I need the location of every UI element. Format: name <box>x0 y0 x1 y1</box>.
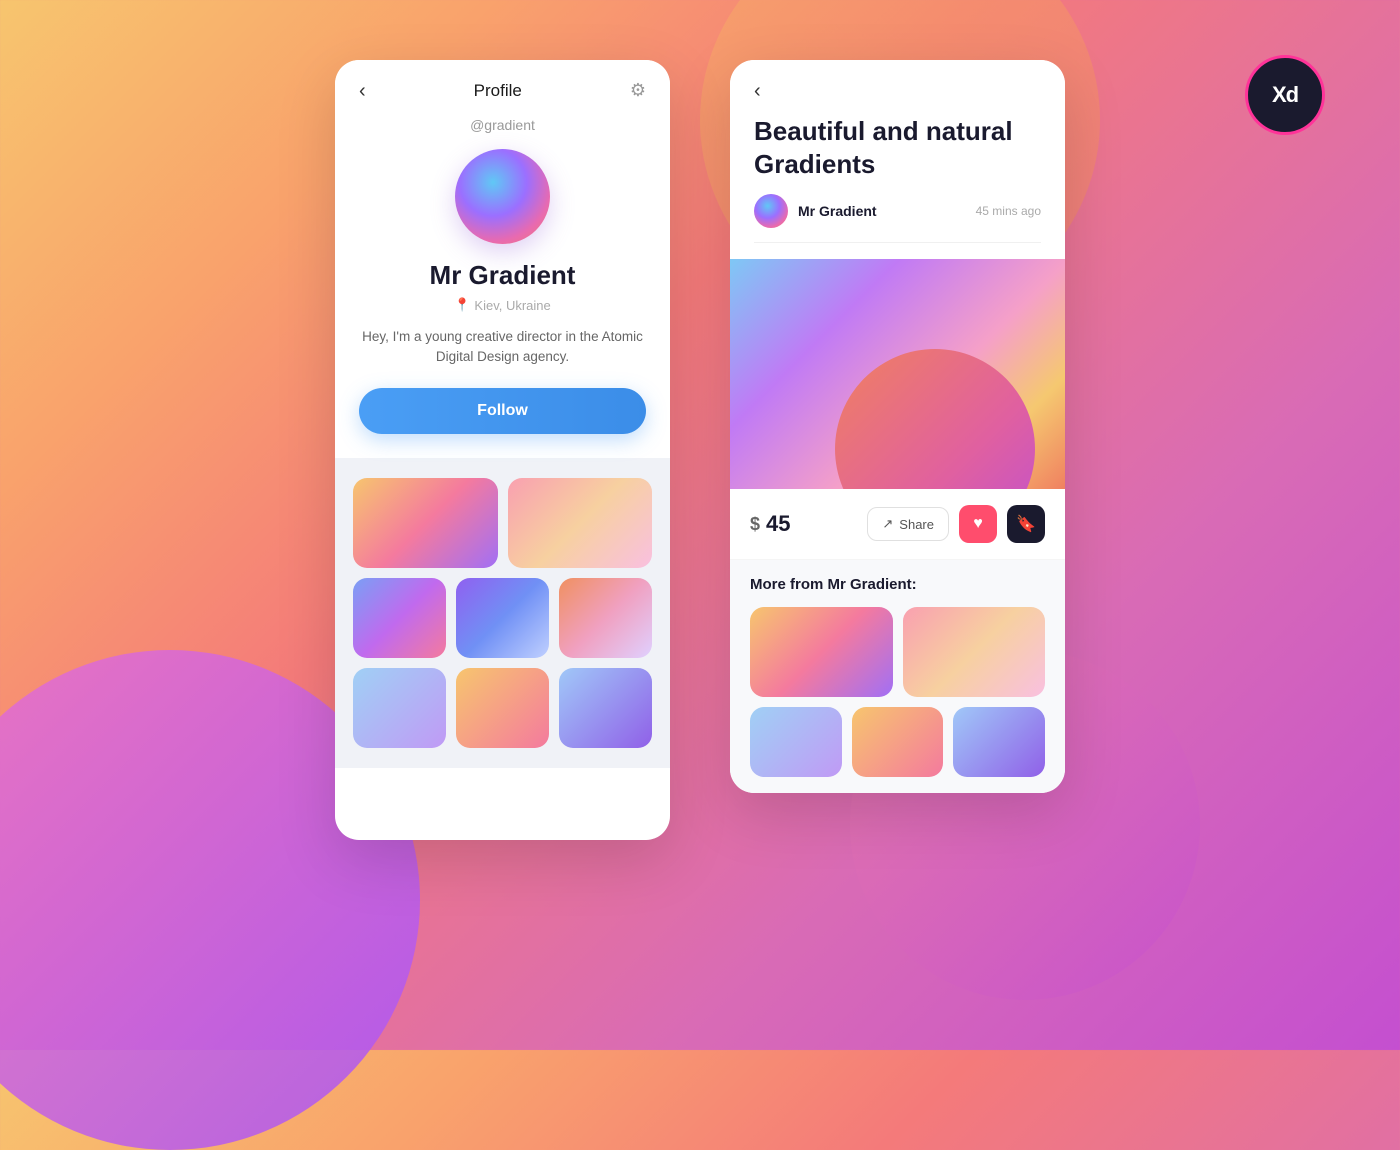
more-title: More from Mr Gradient: <box>750 576 1045 593</box>
gear-icon[interactable]: ⚙ <box>630 80 646 101</box>
profile-info-section: @gradient Mr Gradient 📍 Kiev, Ukraine He… <box>335 101 670 458</box>
gallery-item-8[interactable] <box>559 668 652 748</box>
profile-card: ‹ Profile ⚙ @gradient Mr Gradient 📍 Kiev… <box>335 60 670 840</box>
detail-image <box>730 259 1065 489</box>
follow-button[interactable]: Follow <box>359 388 646 434</box>
detail-meta: Mr Gradient 45 mins ago <box>754 194 1041 243</box>
gallery-grid-row1 <box>353 478 652 568</box>
more-grid-row2 <box>750 707 1045 777</box>
location-pin-icon: 📍 <box>454 297 470 313</box>
detail-title: Beautiful and natural Gradients <box>754 115 1041 180</box>
share-button[interactable]: ↗ Share <box>867 507 949 541</box>
avatar-container <box>359 149 646 244</box>
profile-username: @gradient <box>359 117 646 133</box>
share-label: Share <box>899 517 934 532</box>
location: 📍 Kiev, Ukraine <box>359 297 646 313</box>
gallery-item-5[interactable] <box>559 578 652 658</box>
adobe-xd-badge: Xd <box>1245 55 1325 135</box>
author-avatar <box>754 194 788 228</box>
share-icon: ↗ <box>882 516 893 532</box>
heart-icon: ♥ <box>973 515 983 533</box>
more-grid-row1 <box>750 607 1045 697</box>
more-item-5[interactable] <box>953 707 1045 777</box>
action-buttons: ↗ Share ♥ 🔖 <box>867 505 1045 543</box>
like-button[interactable]: ♥ <box>959 505 997 543</box>
profile-back-button[interactable]: ‹ <box>359 81 366 101</box>
author-name: Mr Gradient <box>798 203 877 219</box>
detail-back-button[interactable]: ‹ <box>754 80 761 103</box>
gallery-grid-row3 <box>353 668 652 748</box>
price-badge: $ 45 <box>750 511 791 537</box>
author-info: Mr Gradient <box>754 194 877 228</box>
avatar <box>455 149 550 244</box>
detail-card-header: ‹ Beautiful and natural Gradients Mr Gra… <box>730 60 1065 259</box>
profile-gallery <box>335 458 670 768</box>
more-item-4[interactable] <box>852 707 944 777</box>
more-item-1[interactable] <box>750 607 893 697</box>
gallery-item-7[interactable] <box>456 668 549 748</box>
detail-actions: $ 45 ↗ Share ♥ 🔖 <box>730 489 1065 560</box>
xd-badge-label: Xd <box>1272 82 1298 108</box>
more-item-2[interactable] <box>903 607 1046 697</box>
gallery-item-2[interactable] <box>508 478 653 568</box>
gallery-item-3[interactable] <box>353 578 446 658</box>
gallery-item-6[interactable] <box>353 668 446 748</box>
more-section: More from Mr Gradient: <box>730 560 1065 793</box>
profile-card-header: ‹ Profile ⚙ <box>335 60 670 101</box>
gallery-item-4[interactable] <box>456 578 549 658</box>
post-time: 45 mins ago <box>976 204 1041 218</box>
display-name: Mr Gradient <box>359 260 646 291</box>
image-blob <box>835 349 1035 489</box>
bookmark-icon: 🔖 <box>1016 514 1036 534</box>
price-value: 45 <box>766 511 790 537</box>
bookmark-button[interactable]: 🔖 <box>1007 505 1045 543</box>
gallery-item-1[interactable] <box>353 478 498 568</box>
more-item-3[interactable] <box>750 707 842 777</box>
gallery-grid-row2 <box>353 578 652 658</box>
price-symbol: $ <box>750 514 760 535</box>
bio-text: Hey, I'm a young creative director in th… <box>359 327 646 368</box>
profile-card-title: Profile <box>474 81 522 101</box>
detail-card: ‹ Beautiful and natural Gradients Mr Gra… <box>730 60 1065 793</box>
location-text: Kiev, Ukraine <box>474 298 550 313</box>
cards-wrapper: ‹ Profile ⚙ @gradient Mr Gradient 📍 Kiev… <box>0 60 1400 840</box>
